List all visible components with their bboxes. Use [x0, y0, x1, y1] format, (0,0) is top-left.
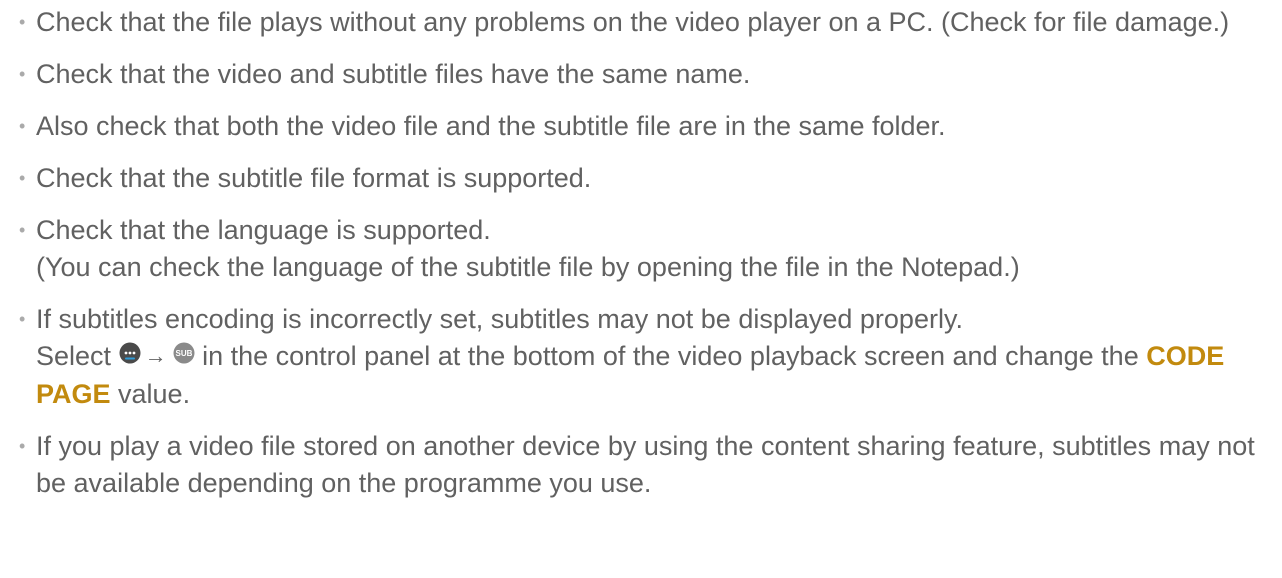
arrow-right-icon: →	[144, 343, 167, 369]
list-item: • Check that the language is supported. …	[16, 212, 1278, 286]
bullet: •	[19, 220, 26, 240]
subtitle-icon-graphic: SUB	[173, 342, 195, 364]
list-item-text: Also check that both the video file and …	[36, 111, 946, 141]
list-item: • Check that the file plays without any …	[16, 4, 1278, 41]
troubleshooting-checklist: • Check that the file plays without any …	[16, 4, 1278, 502]
bullet: •	[19, 116, 26, 136]
list-item: • If subtitles encoding is incorrectly s…	[16, 301, 1278, 413]
more-options-icon-graphic	[119, 342, 141, 364]
bullet: •	[19, 64, 26, 84]
subtitle-icon-text: SUB	[175, 349, 192, 358]
list-item: • Check that the video and subtitle file…	[16, 56, 1278, 93]
list-item: • Check that the subtitle file format is…	[16, 160, 1278, 197]
subtitle-icon: SUB	[173, 337, 195, 374]
list-item-text: Check that the video and subtitle files …	[36, 59, 751, 89]
list-item-text: Check that the language is supported.	[36, 215, 491, 245]
list-item-text-end: value.	[118, 379, 191, 410]
list-item: • Also check that both the video file an…	[16, 108, 1278, 145]
bullet: •	[19, 168, 26, 188]
list-item-text: If subtitles encoding is incorrectly set…	[36, 304, 963, 334]
more-options-icon	[119, 337, 141, 374]
list-item-text: Check that the file plays without any pr…	[36, 7, 1230, 37]
list-item-note: (You can check the language of the subti…	[36, 252, 1020, 282]
list-item-text: If you play a video file stored on anoth…	[36, 431, 1255, 499]
select-label: Select	[36, 341, 112, 371]
bullet: •	[19, 436, 26, 457]
bullet: •	[19, 12, 26, 32]
list-item-text-continued: in the control panel at the bottom of th…	[202, 341, 1139, 371]
list-item-text: Check that the subtitle file format is s…	[36, 163, 592, 193]
bullet: •	[19, 309, 26, 329]
list-item: • If you play a video file stored on ano…	[16, 428, 1278, 502]
